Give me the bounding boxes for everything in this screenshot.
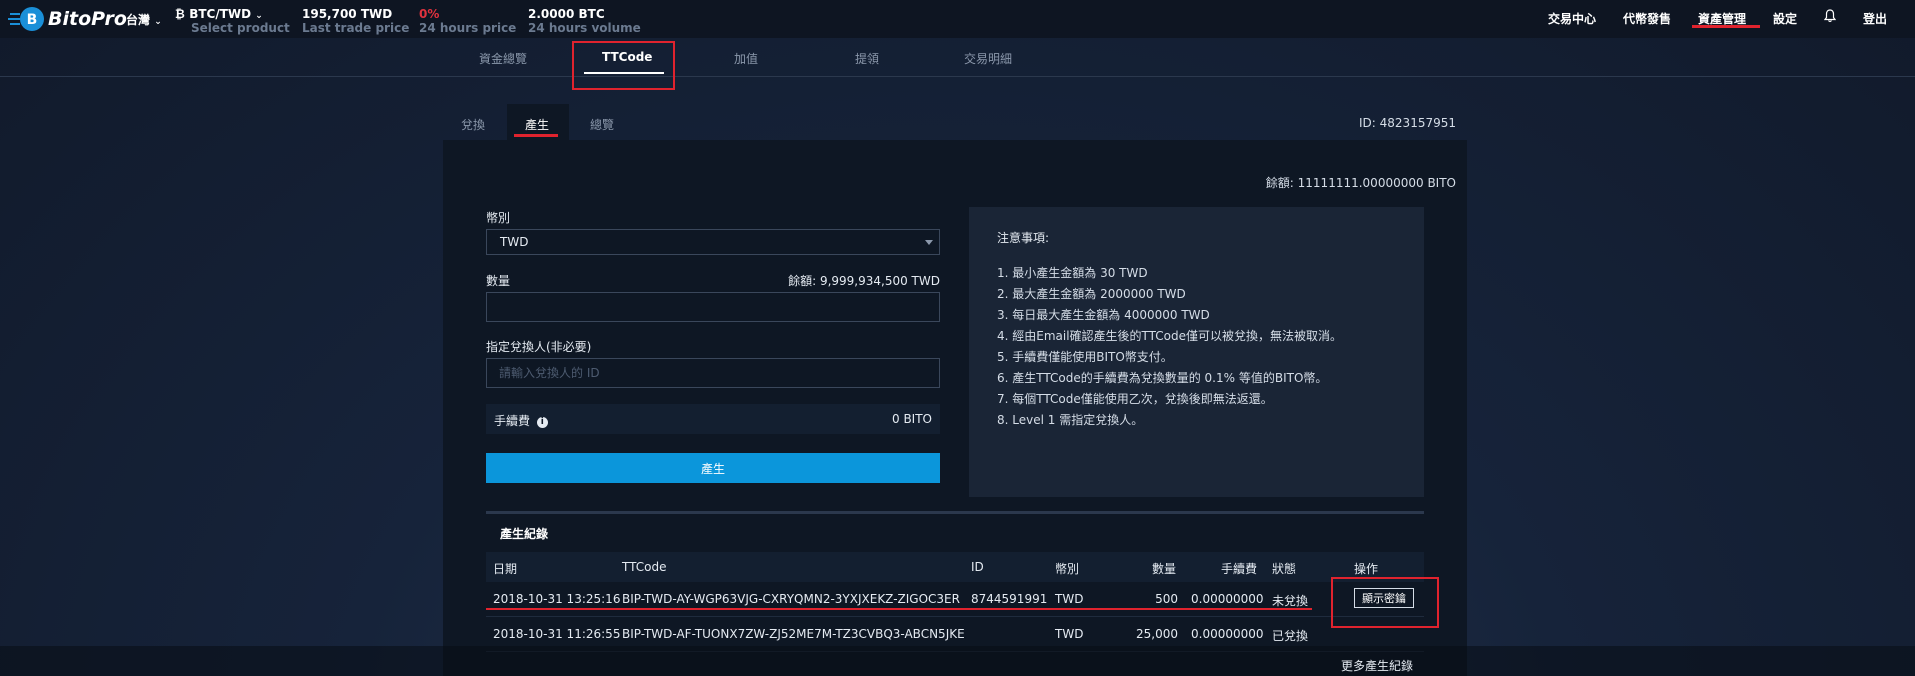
volume-value: 2.0000 BTC [528, 7, 605, 21]
notes-list: 1. 最小產生金額為 30 TWD 2. 最大產生金額為 2000000 TWD… [997, 263, 1342, 431]
brand-name: BitoPro [48, 8, 127, 30]
currency-label: 幣別 [486, 211, 511, 225]
row-status: 未兌換 [1272, 594, 1309, 608]
info-icon[interactable]: i [536, 417, 548, 428]
amount-label: 數量 [486, 274, 511, 288]
note-item: 7. 每個TTCode僅能使用乙次，兌換後即無法返還。 [997, 392, 1273, 406]
row-ttcode: BIP-TWD-AY-WGP63VJG-CXRYQMN2-3YXJXEKZ-ZI… [622, 592, 960, 606]
col-action: 操作 [1354, 562, 1379, 576]
row-amount: 25,000 [1136, 627, 1178, 641]
pair-name: BTC/TWD [189, 7, 252, 21]
nav-trading-center[interactable]: 交易中心 [1548, 10, 1596, 27]
tab-deposit[interactable]: 加值 [734, 50, 758, 67]
region-label: 台灣 [126, 13, 151, 27]
price-change-stat: 0% 24 hours price [419, 7, 516, 35]
recipient-label: 指定兌換人(非必要) [486, 340, 592, 354]
fee-label: 手續費 [494, 414, 531, 428]
product-selector[interactable]: ₿ BTC/TWD ⌄ Select product [175, 7, 290, 35]
bottom-overlay [0, 646, 1915, 676]
row-currency: TWD [1055, 592, 1084, 606]
caret-down-icon [925, 240, 933, 245]
fee-value: 0 BITO [892, 412, 932, 426]
row-fee: 0.00000000 [1191, 627, 1264, 641]
bitopro-logo-icon: B [8, 7, 44, 31]
row-amount: 500 [1155, 592, 1178, 606]
tab-funds-overview[interactable]: 資金總覽 [479, 50, 527, 67]
volume-label: 24 hours volume [528, 21, 641, 35]
row-status: 已兌換 [1272, 629, 1309, 643]
last-price-stat: 195,700 TWD Last trade price [302, 7, 409, 35]
tab-redeem[interactable]: 兌換 [461, 116, 485, 133]
records-title: 產生紀錄 [500, 527, 549, 541]
note-item: 6. 產生TTCode的手續費為兌換數量的 0.1% 等值的BITO幣。 [997, 371, 1328, 385]
col-date: 日期 [493, 562, 518, 576]
last-price-value: 195,700 TWD [302, 7, 393, 21]
row-currency: TWD [1055, 627, 1084, 641]
records-table-header: 日期 TTCode ID 幣別 數量 手續費 狀態 操作 [486, 552, 1424, 582]
available-balance: 餘額: 9,999,934,500 TWD [788, 274, 940, 288]
notes-title: 注意事項: [997, 231, 1050, 245]
note-item: 1. 最小產生金額為 30 TWD [997, 266, 1148, 280]
annotation-underline [1692, 25, 1760, 28]
note-item: 4. 經由Email確認產生後的TTCode僅可以被兌換，無法被取消。 [997, 329, 1343, 343]
asset-subnav: 資金總覽 TTCode 加值 提領 交易明細 [0, 38, 1915, 77]
col-amount: 數量 [1152, 562, 1177, 576]
annotation-box [572, 41, 675, 90]
currency-selected-value: TWD [500, 235, 529, 249]
brand-logo[interactable]: B BitoPro [8, 5, 127, 33]
bito-balance: 餘額: 11111111.00000000 BITO [1265, 176, 1456, 190]
annotation-underline [514, 134, 558, 137]
tab-generate[interactable]: 產生 [525, 116, 549, 133]
col-fee: 手續費 [1221, 562, 1258, 576]
notes-box: 注意事項: 1. 最小產生金額為 30 TWD 2. 最大產生金額為 20000… [969, 207, 1424, 497]
col-ttcode: TTCode [622, 560, 667, 574]
col-currency: 幣別 [1055, 562, 1080, 576]
annotation-underline [486, 608, 1312, 610]
note-item: 8. Level 1 需指定兌換人。 [997, 413, 1144, 427]
col-id: ID [971, 560, 984, 574]
tab-summary[interactable]: 總覽 [590, 116, 614, 133]
more-records-link[interactable]: 更多產生紀錄 [1341, 657, 1413, 674]
nav-settings[interactable]: 設定 [1773, 10, 1797, 27]
price-change-label: 24 hours price [419, 21, 517, 35]
tab-transaction-details[interactable]: 交易明細 [964, 50, 1012, 67]
note-item: 2. 最大產生金額為 2000000 TWD [997, 287, 1186, 301]
row-id: 8744591991 [971, 592, 1048, 606]
fee-row: 手續費 i 0 BITO [486, 404, 940, 434]
last-price-label: Last trade price [302, 21, 410, 35]
table-row: 2018-10-31 13:25:16 BIP-TWD-AY-WGP63VJG-… [486, 582, 1424, 617]
volume-stat: 2.0000 BTC 24 hours volume [528, 7, 641, 35]
pair-subtitle: Select product [191, 21, 290, 35]
amount-input[interactable] [486, 292, 940, 322]
region-selector[interactable]: 台灣 ⌄ [126, 11, 162, 28]
row-ttcode: BIP-TWD-AF-TUONX7ZW-ZJ52ME7M-TZ3CVBQ3-AB… [622, 627, 965, 641]
note-item: 5. 手續費僅能使用BITO幣支付。 [997, 350, 1173, 364]
recipient-id-input[interactable] [486, 358, 940, 388]
generate-button[interactable]: 產生 [486, 453, 940, 483]
row-date: 2018-10-31 13:25:16 [493, 592, 621, 606]
fee-label-wrap: 手續費 i [494, 412, 548, 429]
bitcoin-icon: ₿ [175, 7, 185, 21]
currency-select[interactable]: TWD [486, 229, 940, 255]
bell-icon[interactable] [1823, 9, 1837, 26]
records-divider [486, 511, 1424, 514]
row-fee: 0.00000000 [1191, 592, 1264, 606]
nav-token-sale[interactable]: 代幣發售 [1623, 10, 1671, 27]
col-status: 狀態 [1272, 562, 1297, 576]
price-change-value: 0% [419, 7, 440, 21]
svg-text:B: B [27, 12, 38, 28]
account-id: ID: 4823157951 [1359, 116, 1456, 130]
note-item: 3. 每日最大產生金額為 4000000 TWD [997, 308, 1210, 322]
chevron-down-icon: ⌄ [154, 17, 162, 27]
nav-logout[interactable]: 登出 [1863, 10, 1887, 27]
top-navbar: B BitoPro 台灣 ⌄ ₿ BTC/TWD ⌄ Select produc… [0, 0, 1915, 38]
tab-withdraw[interactable]: 提領 [855, 50, 879, 67]
row-date: 2018-10-31 11:26:55 [493, 627, 621, 641]
chevron-down-icon: ⌄ [255, 11, 263, 21]
